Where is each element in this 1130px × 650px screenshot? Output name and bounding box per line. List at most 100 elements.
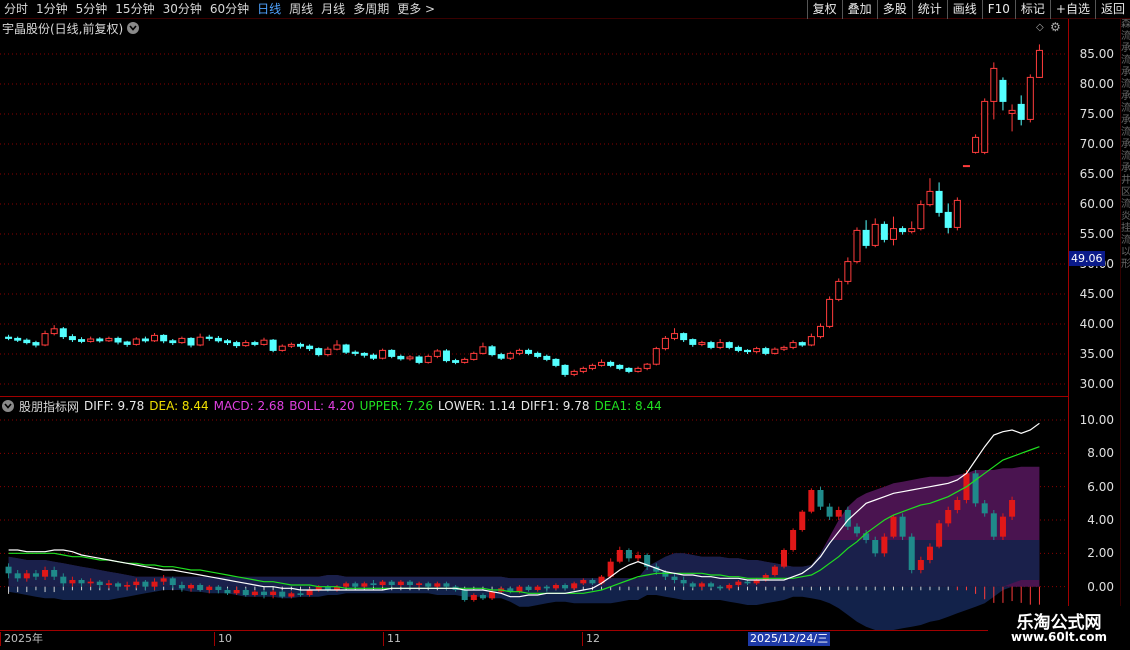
indicator-body [744,581,751,584]
toolbar-button-3[interactable]: 统计 [911,0,947,19]
indicator-body [954,500,961,510]
indicator-body [671,576,678,580]
candle [734,345,742,353]
indicator-body [142,581,149,587]
period-tab-0[interactable]: 分时 [0,0,32,19]
legend-item: MACD: 2.68 [213,399,285,413]
candle [214,336,222,343]
indicator-body [78,580,85,584]
candle [543,354,551,362]
candle-body [1017,103,1025,120]
candle [999,77,1007,111]
period-tab-8[interactable]: 月线 [317,0,349,19]
indicator-body [42,570,49,577]
indicator-body [762,575,769,580]
chart-canvas[interactable] [0,0,1068,630]
toolbar-button-0[interactable]: 复权 [806,0,842,19]
candle-body [935,190,943,213]
indicator-body [388,581,395,585]
indicator-tick-label: 10.00 [1079,413,1114,427]
candle [470,351,478,361]
indicator-body [881,536,888,554]
legend-item: BOLL: 4.20 [289,399,355,413]
toolbar-button-1[interactable]: 叠加 [841,0,877,19]
indicator-body [516,586,523,592]
toolbar-button-6[interactable]: 标记 [1014,0,1050,19]
candle [844,257,852,285]
candle [525,348,533,356]
side-tab-char: 承 [1121,91,1130,102]
period-tab-4[interactable]: 30分钟 [159,0,206,19]
watermark-url: www.60lt.com [1010,630,1108,644]
side-tab-strip[interactable]: 森流承流承流承流承流承流承井区流炎挂流以形 [1120,19,1130,631]
toolbar-button-7[interactable]: +自选 [1049,0,1095,19]
indicator-body [589,580,596,584]
side-tab-char: 炎 [1121,211,1130,222]
toolbar-buttons: 复权 叠加 多股 统计 画线 F10 标记 +自选 返回 [806,0,1130,19]
candle [671,328,679,341]
candle [488,345,496,357]
price-tick-label: 40.00 [1079,317,1114,331]
toolbar-button-5[interactable]: F10 [981,0,1015,19]
candle [908,221,916,234]
candle-body [488,346,496,356]
gear-icon[interactable]: ⚙ [1050,20,1061,34]
candle [14,336,22,342]
candle-body [680,333,688,341]
indicator-body [543,586,550,589]
period-tab-10[interactable]: 更多 > [393,0,439,19]
candle [433,349,441,359]
candle-body [214,337,222,342]
candle-body [151,334,159,342]
candle [1017,95,1025,126]
candle [351,350,359,356]
candle-body [114,337,122,343]
candle-body [442,350,450,362]
candle-body [543,355,551,360]
toolbar-button-8[interactable]: 返回 [1094,0,1130,19]
diamond-icon[interactable]: ◇ [1036,22,1044,33]
indicator-body [124,585,131,587]
candle-body [388,349,396,357]
candle-body [789,342,797,348]
candle-body [260,339,268,345]
candle-body [50,328,58,335]
period-tab-5[interactable]: 60分钟 [206,0,253,19]
period-tab-3[interactable]: 15分钟 [111,0,158,19]
candle-body [196,336,204,346]
candle-body [990,67,998,102]
period-tab-9[interactable]: 多周期 [349,0,393,19]
indicator-body [406,581,413,585]
period-tab-7[interactable]: 周线 [285,0,317,19]
candle [762,346,770,356]
indicator-body [461,590,468,600]
indicator-body [87,581,94,584]
candle [661,336,669,351]
price-tick-label: 30.00 [1079,377,1114,391]
indicator-body [115,583,122,587]
chevron-down-icon[interactable] [127,22,140,34]
toolbar-button-4[interactable]: 画线 [946,0,982,19]
chevron-down-icon[interactable] [2,400,14,412]
side-tab-char: 井 [1121,175,1130,186]
period-tab-2[interactable]: 5分钟 [72,0,112,19]
candle-body [889,228,897,240]
toolbar-button-2[interactable]: 多股 [876,0,912,19]
period-tab-6[interactable]: 日线 [253,0,285,19]
candle-body [671,333,679,339]
candle-body [132,338,140,345]
candle [497,352,505,360]
candle [625,367,633,374]
indicator-body [32,573,39,577]
candle [78,337,86,344]
candle-body [962,165,970,168]
indicator-body [635,555,642,559]
price-axis[interactable]: 85.0080.0075.0070.0065.0060.0055.0050.00… [1068,19,1120,631]
side-tab-char: 承 [1121,139,1130,150]
indicator-body [917,560,924,570]
side-tab-char: 以 [1121,247,1130,258]
period-tab-1[interactable]: 1分钟 [32,0,72,19]
candle [333,340,341,351]
side-tab-char: 流 [1121,235,1130,246]
candle-body [178,337,186,344]
